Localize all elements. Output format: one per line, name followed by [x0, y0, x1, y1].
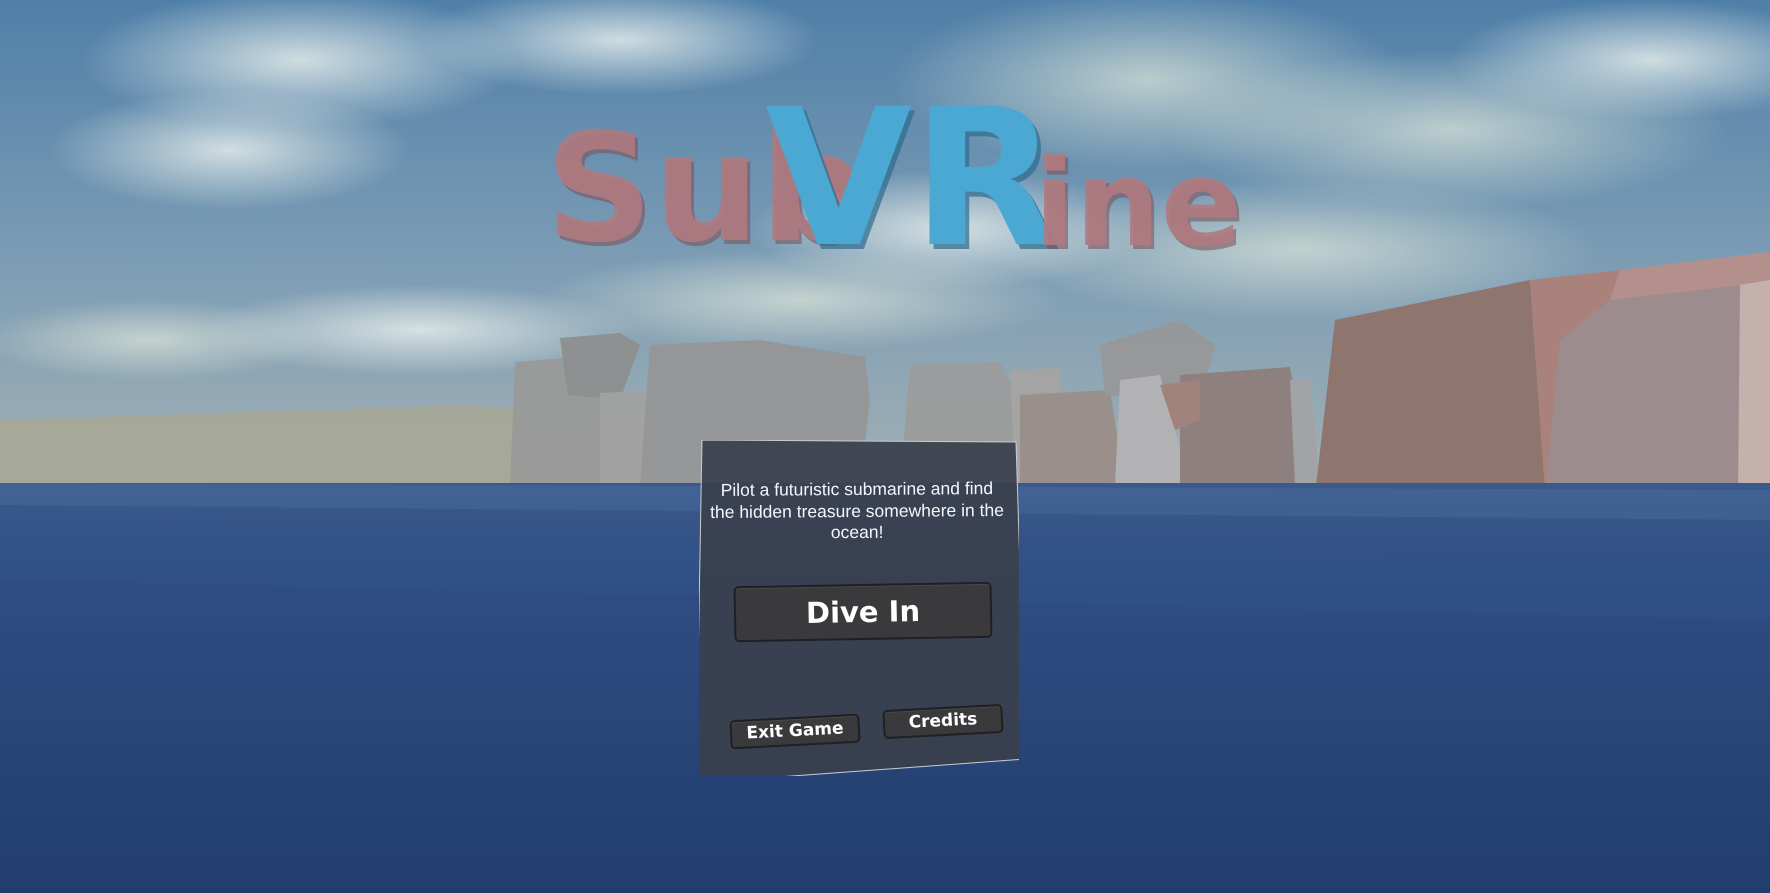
game-description: Pilot a futuristic submarine and find th…	[710, 478, 1004, 543]
main-menu-panel: Pilot a futuristic submarine and find th…	[699, 440, 1019, 776]
game-scene: Sub Sub VR VR ine ine Pilot a futuristic…	[0, 0, 1770, 893]
title-vr: VR	[765, 68, 1058, 289]
dive-in-button[interactable]: Dive In	[733, 581, 993, 643]
title-ine: ine	[1034, 135, 1242, 274]
